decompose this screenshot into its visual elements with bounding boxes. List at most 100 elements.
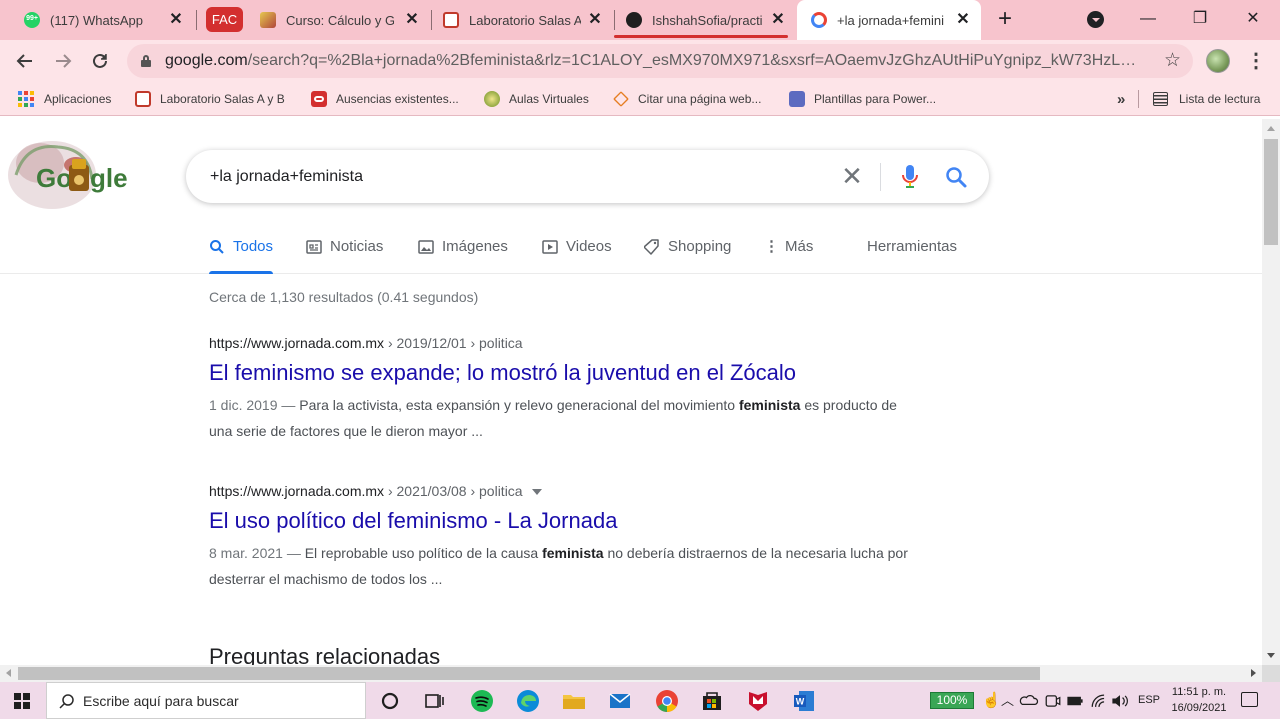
- bookmark-laboratorio[interactable]: Laboratorio Salas A y B: [135, 82, 285, 116]
- task-view-icon[interactable]: [421, 688, 447, 714]
- close-tab-icon[interactable]: ✕: [587, 12, 603, 28]
- volume-icon[interactable]: [1109, 690, 1131, 712]
- scroll-left-arrow-icon[interactable]: [6, 669, 11, 677]
- reading-list-button[interactable]: Lista de lectura: [1153, 82, 1260, 116]
- cite-icon: [613, 91, 629, 107]
- result-date: 8 mar. 2021 —: [209, 545, 305, 561]
- tab-mas[interactable]: ⋮ Más: [764, 232, 813, 274]
- google-doodle-logo[interactable]: Go gle: [6, 135, 128, 211]
- tab-google-search[interactable]: +la jornada+femini ✕: [797, 0, 981, 40]
- bookmark-aplicaciones[interactable]: Aplicaciones: [18, 82, 111, 116]
- word-icon[interactable]: W: [791, 688, 817, 714]
- close-tab-icon[interactable]: ✕: [168, 12, 184, 28]
- tab-label: Noticias: [330, 238, 384, 255]
- battery-plug-icon[interactable]: [1064, 690, 1086, 712]
- result-date: 1 dic. 2019 —: [209, 397, 300, 413]
- tab-whatsapp[interactable]: 99+ (117) WhatsApp ✕: [14, 0, 194, 40]
- result-url[interactable]: https://www.jornada.com.mx › 2019/12/01 …: [209, 333, 909, 353]
- tab-todos[interactable]: Todos: [209, 232, 274, 274]
- result-url-host: https://www.jornada.com.mx: [209, 335, 385, 351]
- tab-laboratorio[interactable]: Laboratorio Salas A ✕: [433, 0, 613, 40]
- tab-title: (117) WhatsApp: [50, 12, 143, 28]
- edge-icon[interactable]: [515, 688, 541, 714]
- horizontal-scrollbar[interactable]: [0, 665, 1262, 682]
- bookmark-star-icon[interactable]: ☆: [1164, 50, 1181, 72]
- tab-videos[interactable]: Videos: [542, 232, 612, 274]
- lock-icon[interactable]: [141, 55, 151, 67]
- input-language[interactable]: ESP: [1138, 682, 1160, 719]
- start-button[interactable]: [14, 693, 30, 709]
- tab-imagenes[interactable]: Imágenes: [418, 232, 508, 274]
- result-stats: Cerca de 1,130 resultados (0.41 segundos…: [209, 289, 479, 305]
- tab-github[interactable]: IshshahSofia/practi ✕: [614, 0, 796, 40]
- scroll-right-arrow-icon[interactable]: [1251, 669, 1256, 677]
- search-icon[interactable]: [944, 165, 968, 189]
- tab-label: Imágenes: [442, 238, 508, 255]
- tab-group-underline: [614, 35, 788, 38]
- file-explorer-icon[interactable]: [561, 688, 587, 714]
- show-hidden-icons-chevron-up-icon[interactable]: ︿: [1001, 682, 1014, 719]
- microphone-icon[interactable]: [900, 164, 920, 190]
- close-window-button[interactable]: ✕: [1241, 8, 1265, 30]
- vertical-scroll-thumb[interactable]: [1264, 139, 1278, 245]
- system-clock[interactable]: 11:51 p. m. 16/09/2021: [1166, 684, 1232, 716]
- tab-label: Shopping: [668, 238, 732, 255]
- onedrive-icon[interactable]: [1018, 690, 1040, 712]
- search-input[interactable]: +la jornada+feminista: [210, 150, 363, 203]
- more-vert-icon: ⋮: [764, 238, 779, 255]
- wifi-icon[interactable]: [1088, 690, 1110, 712]
- new-tab-button[interactable]: +: [993, 7, 1017, 32]
- scroll-up-arrow-icon[interactable]: [1267, 126, 1275, 131]
- reload-button[interactable]: [88, 49, 112, 73]
- result-url[interactable]: https://www.jornada.com.mx › 2021/03/08 …: [209, 481, 909, 501]
- minimize-button[interactable]: —: [1136, 8, 1160, 30]
- mcafee-icon[interactable]: [745, 688, 771, 714]
- touch-icon[interactable]: ☝: [982, 682, 1001, 719]
- result-title-link[interactable]: El feminismo se expande; lo mostró la ju…: [209, 360, 909, 386]
- spotify-icon[interactable]: [469, 688, 495, 714]
- bookmark-citar[interactable]: Citar una página web...: [613, 82, 761, 116]
- bookmark-plantillas[interactable]: Plantillas para Power...: [789, 82, 936, 116]
- clear-search-icon[interactable]: ✕: [840, 163, 864, 189]
- search-box[interactable]: +la jornada+feminista ✕: [186, 150, 989, 203]
- notification-center-icon[interactable]: [1241, 692, 1258, 707]
- scroll-down-arrow-icon[interactable]: [1267, 653, 1275, 658]
- meet-now-icon[interactable]: [1042, 690, 1064, 712]
- lab-icon: [443, 12, 459, 28]
- snippet-text: Para la activista, esta expansión y rele…: [299, 397, 739, 413]
- battery-indicator[interactable]: 100%: [930, 692, 974, 709]
- tab-strip: 99+ (117) WhatsApp ✕ FAC Curso: Cálculo …: [0, 0, 1280, 40]
- tab-curso[interactable]: Curso: Cálculo y Ge ✕: [250, 0, 430, 40]
- restore-button[interactable]: ❐: [1188, 8, 1212, 30]
- scrollbar-corner: [1262, 665, 1280, 682]
- bookmarks-overflow-button[interactable]: »: [1117, 82, 1125, 116]
- back-button[interactable]: [13, 49, 37, 73]
- forward-button[interactable]: [51, 49, 75, 73]
- vertical-scrollbar[interactable]: [1262, 119, 1280, 665]
- templates-icon: [789, 91, 805, 107]
- tab-noticias[interactable]: Noticias: [306, 232, 383, 274]
- browser-menu-icon[interactable]: ⋮: [1246, 49, 1266, 73]
- horizontal-scroll-thumb[interactable]: [18, 667, 1040, 680]
- store-icon[interactable]: [699, 688, 725, 714]
- bookmark-aulas[interactable]: Aulas Virtuales: [484, 82, 589, 116]
- result-breadcrumb: › 2019/12/01 › politica: [384, 335, 523, 351]
- close-tab-icon[interactable]: ✕: [770, 12, 786, 28]
- close-tab-icon[interactable]: ✕: [404, 12, 420, 28]
- profile-avatar[interactable]: [1206, 49, 1230, 73]
- address-bar[interactable]: google.com/search?q=%2Bla+jornada%2Bfemi…: [127, 44, 1193, 78]
- tab-search-icon[interactable]: [1087, 11, 1104, 28]
- result-options-caret-icon[interactable]: [531, 489, 542, 496]
- tools-button[interactable]: Herramientas: [867, 232, 957, 274]
- tab-group-fac[interactable]: FAC: [206, 7, 243, 32]
- cortana-icon[interactable]: [377, 688, 403, 714]
- result-title-link[interactable]: El uso político del feminismo - La Jorna…: [209, 508, 909, 534]
- url-text[interactable]: google.com/search?q=%2Bla+jornada%2Bfemi…: [165, 44, 1145, 78]
- mail-icon[interactable]: [607, 688, 633, 714]
- google-icon: [811, 12, 827, 28]
- taskbar-search-box[interactable]: Escribe aquí para buscar: [46, 682, 366, 719]
- bookmark-ausencias[interactable]: Ausencias existentes...: [311, 82, 459, 116]
- chrome-icon[interactable]: [654, 688, 680, 714]
- tab-shopping[interactable]: Shopping: [644, 232, 731, 274]
- close-tab-icon[interactable]: ✕: [955, 12, 971, 28]
